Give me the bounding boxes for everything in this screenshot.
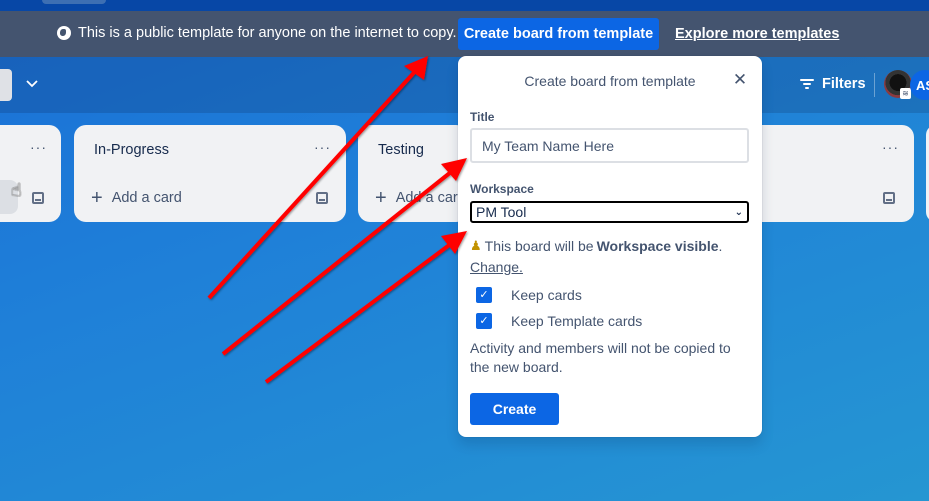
people-icon: ♟	[470, 238, 482, 253]
filter-icon	[800, 78, 814, 90]
chevron-down-icon[interactable]	[25, 76, 39, 90]
visibility-suffix: .	[718, 238, 723, 254]
close-icon[interactable]: ✕	[730, 70, 750, 90]
workspace-select[interactable]: PM Tool ⌄	[470, 201, 749, 223]
top-nav-tab[interactable]	[42, 0, 106, 4]
title-input[interactable]	[470, 128, 749, 163]
workspace-value: PM Tool	[476, 204, 527, 220]
list-column: ···	[740, 125, 914, 222]
list-menu-icon[interactable]: ···	[30, 139, 47, 155]
banner-text: This is a public template for anyone on …	[78, 25, 457, 41]
keep-template-cards-checkbox[interactable]: ✓ Keep Template cards	[476, 313, 642, 329]
add-card-label: Add a card	[395, 190, 466, 206]
add-card-label: Add a card	[111, 190, 182, 206]
keep-cards-checkbox[interactable]: ✓ Keep cards	[476, 287, 582, 303]
create-button[interactable]: Create	[470, 393, 559, 425]
checkbox-checked-icon[interactable]: ✓	[476, 287, 492, 303]
filters-label: Filters	[822, 76, 866, 92]
list-menu-icon[interactable]: ···	[314, 139, 331, 155]
visibility-info: ♟ This board will be Workspace visible.	[470, 238, 722, 254]
plus-icon: +	[91, 187, 103, 209]
template-card-icon[interactable]	[883, 192, 895, 204]
globe-icon	[57, 26, 71, 40]
explore-more-templates-link[interactable]: Explore more templates	[675, 26, 839, 42]
visibility-value: Workspace visible	[596, 238, 719, 254]
copy-note: Activity and members will not be copied …	[470, 340, 731, 375]
visibility-prefix: This board will be	[484, 238, 594, 254]
list-title[interactable]: Testing	[378, 142, 424, 158]
avatar-initials[interactable]: AS	[910, 70, 929, 100]
admin-badge-icon: ≋	[900, 88, 911, 99]
list-menu-icon[interactable]: ···	[882, 139, 899, 155]
banner-message: This is a public template for anyone on …	[57, 25, 457, 41]
template-card-icon[interactable]	[316, 192, 328, 204]
list-column: Testing + Add a card	[358, 125, 468, 222]
template-banner: This is a public template for anyone on …	[0, 11, 929, 57]
list-title[interactable]: In-Progress	[94, 142, 169, 158]
checkbox-label: Keep cards	[511, 287, 582, 303]
add-card-button[interactable]: + Add a card	[91, 187, 182, 209]
annotation-arrow	[264, 231, 467, 384]
list-column: In-Progress ··· + Add a card	[74, 125, 346, 222]
top-nav-strip	[0, 0, 929, 11]
checkbox-label: Keep Template cards	[511, 313, 643, 329]
hand-cursor-icon: ☝	[11, 180, 22, 200]
change-visibility-link[interactable]: Change.	[470, 259, 523, 275]
add-card-button[interactable]: + Add a card	[375, 187, 466, 209]
plus-icon: +	[375, 187, 387, 209]
workspace-label: Workspace	[470, 182, 534, 196]
filters-button[interactable]: Filters	[800, 76, 866, 92]
create-board-popover: Create board from template ✕ Title Works…	[458, 56, 762, 437]
chevron-down-icon: ⌄	[734, 206, 743, 218]
checkbox-checked-icon[interactable]: ✓	[476, 313, 492, 329]
create-board-from-template-button[interactable]: Create board from template	[458, 18, 659, 50]
title-label: Title	[470, 110, 495, 124]
divider	[874, 73, 875, 97]
board-menu-button[interactable]	[0, 69, 12, 101]
popover-title: Create board from template	[524, 73, 696, 89]
template-card-icon[interactable]	[32, 192, 44, 204]
